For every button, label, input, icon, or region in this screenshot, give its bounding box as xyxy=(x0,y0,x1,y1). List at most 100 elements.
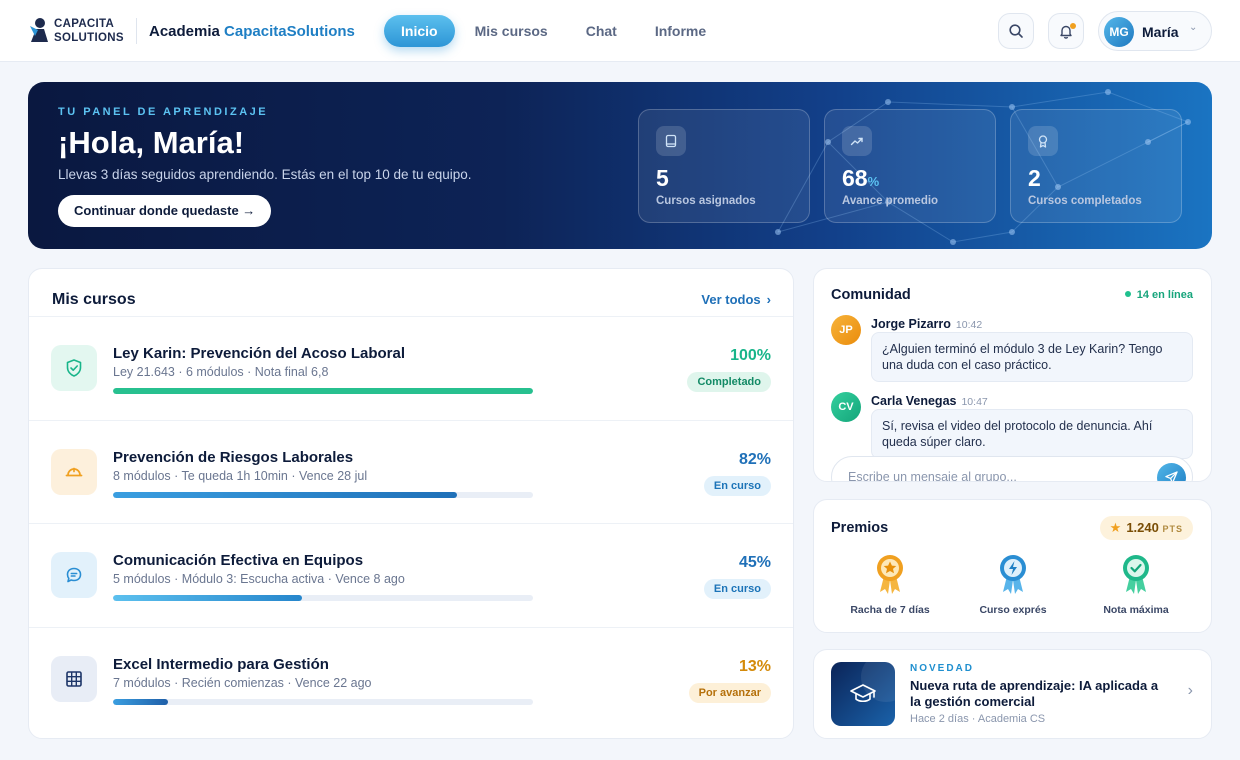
avatar: CV xyxy=(831,392,861,422)
message-time: 10:42 xyxy=(955,319,983,331)
online-dot-icon xyxy=(1124,291,1131,297)
news-card[interactable]: NOVEDAD Nueva ruta de aprendizaje: IA ap… xyxy=(813,649,1212,739)
chat-bubble-icon xyxy=(51,552,97,598)
logo-line-1: CAPACITA xyxy=(54,18,115,30)
news-meta: Hace 2 días · Academia CS xyxy=(910,713,1046,725)
nav-informe[interactable]: Informe xyxy=(637,15,724,47)
status-badge: En curso xyxy=(703,476,771,496)
star-icon: ★ xyxy=(1109,520,1122,535)
stat-cursos-asignados: 5 Cursos asignados xyxy=(638,109,810,223)
company-logo[interactable]: CAPACITA SOLUTIONS xyxy=(28,16,124,46)
hero-eyebrow: TU PANEL DE APRENDIZAJE xyxy=(58,106,269,118)
course-percent: 100% xyxy=(730,347,771,364)
progress-bar xyxy=(113,388,533,394)
hero-title: ¡Hola, María! xyxy=(58,125,245,160)
notifications-button[interactable] xyxy=(1048,13,1084,49)
stat-label: Cursos completados xyxy=(1028,195,1142,207)
community-card: Comunidad 14 en línea JP Jorge Pizarro 10… xyxy=(813,268,1212,482)
message-author: Carla Venegas 10:47 xyxy=(871,394,988,408)
stat-value: 5 xyxy=(656,165,669,191)
courses-card: Mis cursos Ver todos › Ley Karin: Prevenc… xyxy=(28,268,794,739)
progress-bar xyxy=(113,595,533,601)
app-title-prefix: Academia xyxy=(149,23,220,40)
course-name: Ley Karin: Prevención del Acoso Laboral xyxy=(113,345,406,362)
online-indicator: 14 en línea xyxy=(1124,289,1193,301)
stat-value: 68 xyxy=(842,165,868,191)
news-thumbnail xyxy=(831,662,895,726)
course-name: Prevención de Riesgos Laborales xyxy=(113,449,354,466)
course-name: Comunicación Efectiva en Equipos xyxy=(113,552,364,569)
bolt-medal-icon xyxy=(1000,555,1026,594)
course-percent: 45% xyxy=(738,554,771,571)
reward-label: Racha de 7 días xyxy=(850,604,930,616)
avatar: JP xyxy=(831,315,861,345)
points-badge: ★ 1.240 PTS xyxy=(1099,516,1193,540)
logo-line-2: SOLUTIONS xyxy=(54,32,124,44)
course-row[interactable]: Prevención de Riesgos Laborales 8 módulo… xyxy=(29,420,793,524)
main-nav: Inicio Mis cursos Chat Informe xyxy=(384,15,726,47)
course-meta: Ley 21.643 · 6 módulos · Nota final 6,8 xyxy=(113,365,329,379)
message-author: Jorge Pizarro 10:42 xyxy=(871,317,983,331)
trend-up-icon xyxy=(842,126,872,156)
search-button[interactable] xyxy=(998,13,1034,49)
shield-check-icon xyxy=(51,345,97,391)
rewards-card: Premios ★ 1.240 PTS Racha de 7 días Curso… xyxy=(813,499,1212,633)
star-medal-icon xyxy=(877,555,903,594)
news-title: Nueva ruta de aprendizaje: IA aplicada a… xyxy=(910,678,1159,709)
stat-label: Cursos asignados xyxy=(656,195,756,207)
check-medal-icon xyxy=(1123,555,1149,594)
stat-label: Avance promedio xyxy=(842,195,939,207)
status-badge: Por avanzar xyxy=(688,683,771,703)
award-icon xyxy=(1028,126,1058,156)
progress-bar xyxy=(113,699,533,705)
top-header: CAPACITA SOLUTIONS Academia CapacitaSolu… xyxy=(0,0,1240,62)
book-icon xyxy=(656,126,686,156)
course-percent: 13% xyxy=(738,658,771,675)
user-menu[interactable]: MG María ⌄ xyxy=(1098,11,1212,51)
view-all-link[interactable]: Ver todos › xyxy=(701,292,771,307)
logo-divider xyxy=(136,18,137,44)
course-row[interactable]: Excel Intermedio para Gestión 7 módulos … xyxy=(29,627,793,731)
send-button[interactable] xyxy=(1157,463,1186,481)
hero-banner: TU PANEL DE APRENDIZAJE ¡Hola, María! Ll… xyxy=(28,82,1212,249)
app-title-accent: CapacitaSolutions xyxy=(224,23,355,40)
notification-dot xyxy=(1070,23,1076,29)
course-name: Excel Intermedio para Gestión xyxy=(113,656,329,673)
nav-mis-cursos[interactable]: Mis cursos xyxy=(457,15,566,47)
status-badge: Completado xyxy=(687,372,771,392)
chevron-right-icon: › xyxy=(766,292,771,307)
stat-cursos-completados: 2 Cursos completados xyxy=(1010,109,1182,223)
nav-inicio[interactable]: Inicio xyxy=(384,15,455,47)
message-bubble: ¿Alguien terminó el módulo 3 de Ley Kari… xyxy=(871,332,1193,382)
chat-input[interactable]: Escribe un mensaje al grupo... xyxy=(831,456,1193,482)
course-meta: 8 módulos · Te queda 1h 10min · Vence 28… xyxy=(113,469,368,483)
hard-hat-icon xyxy=(51,449,97,495)
stat-avance-promedio: 68% Avance promedio xyxy=(824,109,996,223)
hero-subtitle: Llevas 3 días seguidos aprendiendo. Está… xyxy=(58,167,472,182)
news-eyebrow: NOVEDAD xyxy=(910,663,975,674)
grid-icon xyxy=(51,656,97,702)
stat-value: 2 xyxy=(1028,165,1041,191)
app-title: Academia CapacitaSolutions xyxy=(149,23,355,40)
reward-label: Nota máxima xyxy=(1103,604,1169,616)
message-time: 10:47 xyxy=(961,396,988,408)
nav-chat[interactable]: Chat xyxy=(568,15,635,47)
avatar: MG xyxy=(1104,17,1134,47)
continue-button[interactable]: Continuar donde quedaste → xyxy=(58,195,272,227)
user-name: María xyxy=(1142,24,1179,40)
message-bubble: Sí, revisa el video del protocolo de den… xyxy=(871,409,1193,459)
progress-bar xyxy=(113,492,533,498)
chevron-right-icon: › xyxy=(1187,682,1193,699)
course-meta: 7 módulos · Recién comienzas · Vence 22 … xyxy=(113,676,372,690)
send-icon xyxy=(1165,471,1178,481)
rewards-title: Premios xyxy=(831,520,889,536)
course-meta: 5 módulos · Módulo 3: Escucha activa · V… xyxy=(113,572,405,586)
status-badge: En curso xyxy=(703,579,771,599)
chevron-down-icon: ⌄ xyxy=(1189,22,1198,33)
reward-label: Curso exprés xyxy=(979,604,1047,616)
course-row[interactable]: Ley Karin: Prevención del Acoso Laboral … xyxy=(29,316,793,420)
course-percent: 82% xyxy=(738,451,771,468)
courses-title: Mis cursos xyxy=(52,291,136,308)
course-row[interactable]: Comunicación Efectiva en Equipos 5 módul… xyxy=(29,523,793,627)
chat-input-placeholder: Escribe un mensaje al grupo... xyxy=(848,470,1017,482)
